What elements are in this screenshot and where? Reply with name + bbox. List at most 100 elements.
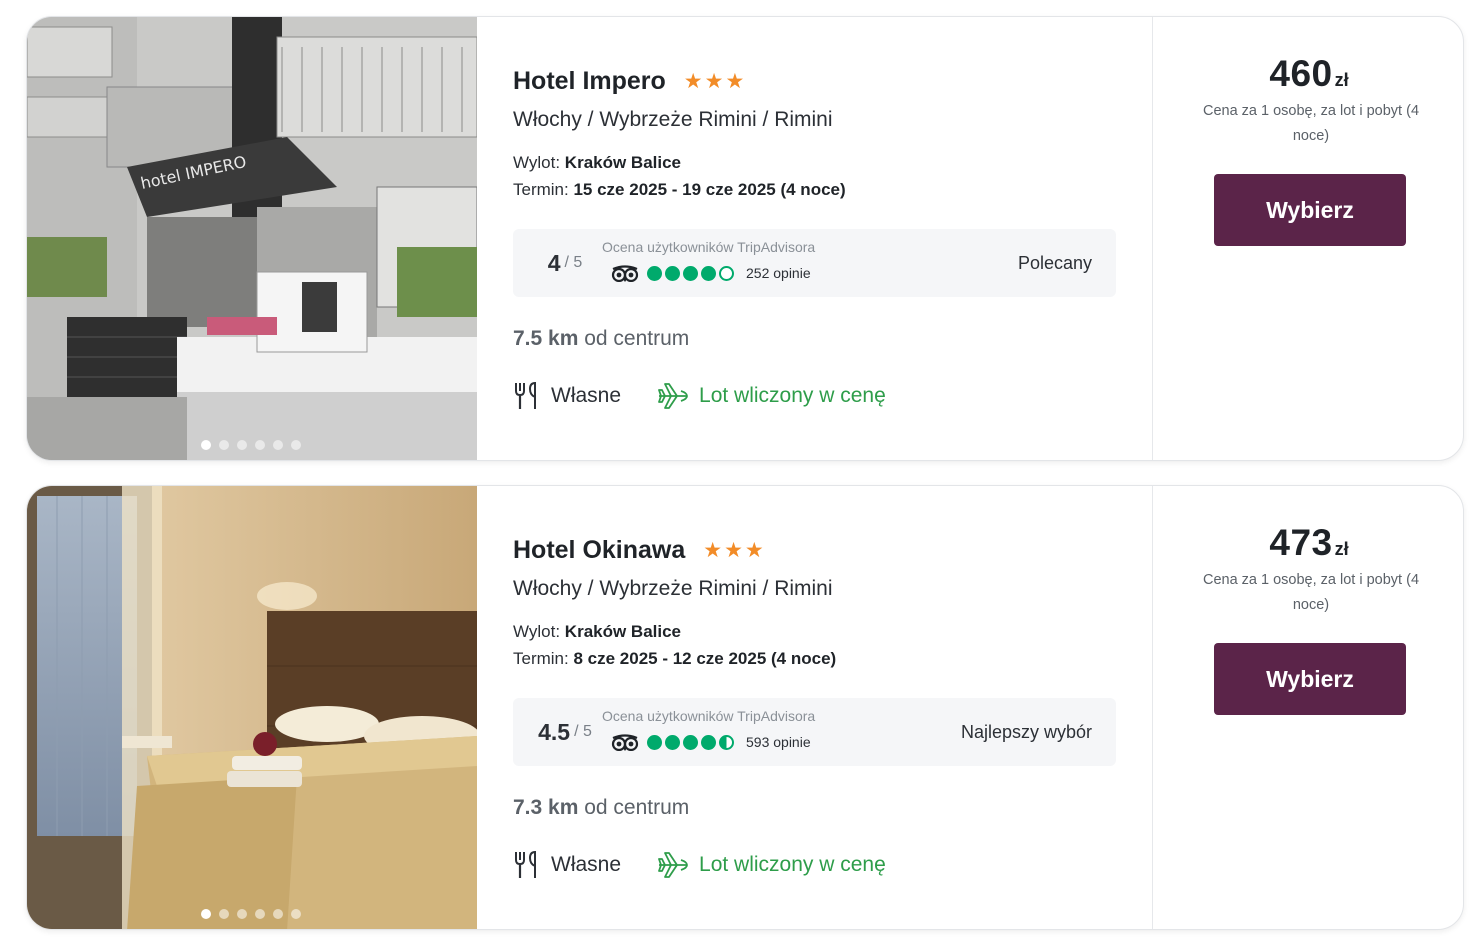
title-row: Hotel Impero ★ ★ ★	[513, 67, 744, 96]
carousel-dot[interactable]	[219, 909, 229, 919]
airplane-icon	[658, 852, 688, 878]
price-value: 473	[1269, 522, 1333, 563]
carousel-dot[interactable]	[273, 440, 283, 450]
term-value: 8 cze 2025 - 12 cze 2025 (4 noce)	[573, 649, 837, 668]
carousel-dot[interactable]	[201, 909, 211, 919]
review-count[interactable]: 593 opinie	[746, 734, 811, 750]
hotel-stars: ★ ★ ★	[703, 540, 763, 561]
photo-carousel-dots[interactable]	[201, 440, 301, 450]
tripadvisor-owl-icon	[611, 265, 639, 282]
carousel-dot[interactable]	[201, 440, 211, 450]
rating-bubbles-row: 252 opinie	[611, 264, 811, 282]
title-row: Hotel Okinawa ★ ★ ★	[513, 536, 764, 565]
photo-carousel-dots[interactable]	[201, 909, 301, 919]
rating-bubble	[719, 265, 734, 281]
tripadvisor-rating: 4.5 / 5 Ocena użytkowników TripAdvisora	[513, 698, 1116, 766]
tripadvisor-owl-icon	[611, 734, 639, 751]
price-currency: zł	[1334, 70, 1349, 90]
tripadvisor-rating: 4 / 5 Ocena użytkowników TripAdvisora 25…	[513, 229, 1116, 297]
score-value: 4.5	[538, 718, 571, 745]
price-currency: zł	[1334, 539, 1349, 559]
hotel-room-image	[27, 486, 477, 929]
flight-included: Lot wliczony w cenę	[657, 850, 886, 880]
score-max: / 5	[564, 254, 583, 271]
hotel-photo[interactable]	[27, 486, 477, 929]
review-count[interactable]: 252 opinie	[746, 265, 811, 281]
carousel-dot[interactable]	[237, 440, 247, 450]
departure-label: Wylot:	[513, 622, 565, 641]
rating-badge: Najlepszy wybór	[960, 721, 1092, 742]
term-label: Termin:	[513, 649, 574, 668]
hotel-name[interactable]: Hotel Impero	[513, 67, 666, 96]
price-value: 460	[1269, 53, 1333, 94]
cutlery-icon	[515, 381, 536, 409]
rating-badge: Polecany	[1017, 252, 1092, 273]
rating-bubble	[701, 734, 716, 750]
rating-bubbles-row: 593 opinie	[611, 733, 811, 751]
rating-bubble	[647, 734, 662, 750]
offer-card: hotel IMPERO Hotel Impero ★ ★ ★ Włochy /…	[26, 16, 1464, 461]
rating-bubble	[683, 265, 698, 281]
carousel-dot[interactable]	[255, 440, 265, 450]
rating-bubble	[665, 734, 680, 750]
airplane-icon	[658, 383, 688, 409]
offer-info: Hotel Impero ★ ★ ★ Włochy / Wybrzeże Rim…	[513, 17, 1153, 460]
offer-card: Hotel Okinawa ★ ★ ★ Włochy / Wybrzeże Ri…	[26, 485, 1464, 930]
select-offer-button[interactable]: Wybierz	[1214, 174, 1406, 246]
hotel-location: Włochy / Wybrzeże Rimini / Rimini	[513, 108, 833, 131]
amenities: Własne Lot wliczony w cenę	[513, 381, 886, 411]
meal-label: Własne	[551, 853, 622, 876]
star-icon: ★	[703, 539, 723, 562]
hotel-name[interactable]: Hotel Okinawa	[513, 536, 685, 565]
distance-suffix: od centrum	[578, 327, 690, 350]
rating-bubble	[647, 265, 662, 281]
distance-to-center: 7.3 km od centrum	[513, 796, 689, 820]
star-icon: ★	[725, 70, 745, 93]
carousel-dot[interactable]	[219, 440, 229, 450]
carousel-dot[interactable]	[273, 909, 283, 919]
offer-info: Hotel Okinawa ★ ★ ★ Włochy / Wybrzeże Ri…	[513, 486, 1153, 929]
rating-source-label: Ocena użytkowników TripAdvisora	[602, 708, 816, 724]
rating-bubble	[701, 265, 716, 281]
star-icon: ★	[704, 70, 724, 93]
distance-value: 7.5 km	[513, 327, 579, 350]
meal-plan: Własne	[513, 850, 621, 880]
hotel-photo[interactable]: hotel IMPERO	[27, 17, 477, 460]
flight-label: Lot wliczony w cenę	[699, 384, 886, 407]
select-offer-button[interactable]: Wybierz	[1214, 643, 1406, 715]
price: 473 zł	[1153, 522, 1463, 564]
price-note: Cena za 1 osobę, za lot i pobyt (4 noce)	[1202, 103, 1420, 144]
price-column: 473 zł Cena za 1 osobę, za lot i pobyt (4…	[1152, 486, 1463, 929]
carousel-dot[interactable]	[255, 909, 265, 919]
carousel-dot[interactable]	[291, 440, 301, 450]
hotel-facade-image: hotel IMPERO	[27, 17, 477, 460]
rating-bubble	[665, 265, 680, 281]
rating-score: 4 / 5	[529, 229, 601, 297]
price-column: 460 zł Cena za 1 osobę, za lot i pobyt (4…	[1152, 17, 1463, 460]
departure-info: Wylot: Kraków Balice	[513, 622, 681, 642]
hotel-stars: ★ ★ ★	[684, 71, 744, 92]
amenities: Własne Lot wliczony w cenę	[513, 850, 886, 880]
distance-suffix: od centrum	[578, 796, 690, 819]
distance-value: 7.3 km	[513, 796, 579, 819]
rating-bubble	[683, 734, 698, 750]
rating-bubble	[719, 734, 734, 750]
term-info: Termin: 8 cze 2025 - 12 cze 2025 (4 noce…	[513, 649, 836, 669]
term-value: 15 cze 2025 - 19 cze 2025 (4 noce)	[573, 180, 846, 199]
score-max: / 5	[574, 723, 592, 740]
star-icon: ★	[744, 539, 764, 562]
star-icon: ★	[724, 539, 743, 562]
carousel-dot[interactable]	[237, 909, 247, 919]
meal-plan: Własne	[513, 381, 621, 411]
departure-info: Wylot: Kraków Balice	[513, 153, 681, 173]
price-note: Cena za 1 osobę, za lot i pobyt (4 noce)	[1202, 572, 1420, 613]
rating-bubbles	[647, 734, 734, 750]
carousel-dot[interactable]	[291, 909, 301, 919]
score-value: 4	[547, 249, 561, 276]
departure-value: Kraków Balice	[564, 622, 682, 641]
star-icon: ★	[683, 70, 703, 93]
distance-to-center: 7.5 km od centrum	[513, 327, 689, 351]
rating-source-label: Ocena użytkowników TripAdvisora	[602, 239, 816, 255]
departure-value: Kraków Balice	[564, 153, 682, 172]
flight-included: Lot wliczony w cenę	[657, 381, 886, 411]
